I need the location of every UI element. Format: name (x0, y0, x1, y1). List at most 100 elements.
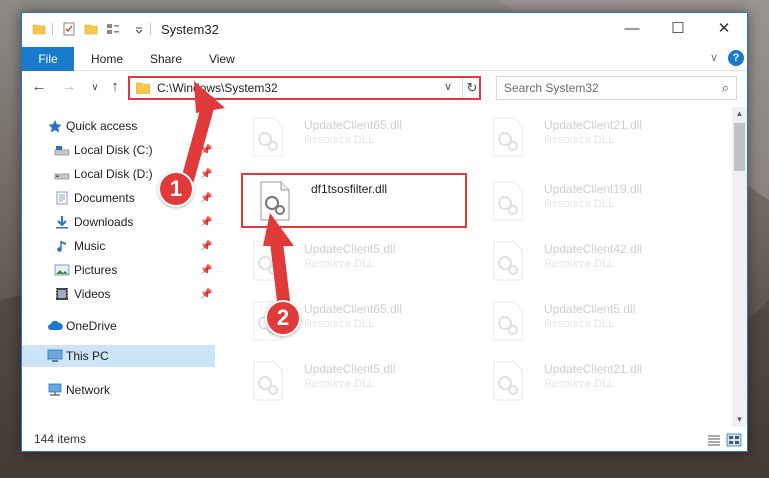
vertical-scrollbar[interactable]: ▲ ▼ (732, 107, 747, 427)
file-name: UpdateClient5.dll (304, 362, 396, 376)
dll-file-icon (493, 241, 523, 281)
new-folder-icon[interactable] (84, 22, 98, 36)
help-icon[interactable]: ? (728, 50, 744, 66)
toolbar-separator (52, 23, 53, 35)
file-type: Resource DLL (304, 318, 375, 330)
sidebar-item-downloads[interactable]: Downloads 📌 (22, 211, 215, 233)
star-icon (48, 120, 62, 133)
step-1-badge: 1 (158, 171, 194, 207)
minimize-button[interactable]: — (609, 13, 655, 43)
file-name: UpdateClient5.dll (304, 242, 396, 256)
file-item[interactable]: UpdateClient21.dll Resource DLL (476, 355, 701, 407)
scroll-up-button[interactable]: ▲ (732, 107, 747, 121)
dll-file-icon (253, 117, 283, 157)
back-button[interactable]: ← (30, 78, 48, 95)
up-button[interactable]: ↑ (106, 78, 124, 95)
window-title: System32 (161, 22, 219, 37)
tab-file[interactable]: File (22, 47, 74, 71)
refresh-button[interactable]: ↻ (462, 78, 481, 98)
pin-icon[interactable]: 📌 (200, 241, 212, 252)
details-view-icon[interactable] (706, 433, 722, 447)
file-name: UpdateClient21.dll (544, 362, 643, 376)
sidebar-item-label: Music (74, 239, 106, 253)
music-icon (57, 241, 66, 252)
file-item[interactable]: UpdateClient5.dll Resource DLL (476, 295, 701, 347)
dll-file-icon (493, 301, 523, 341)
dll-file-icon (493, 361, 523, 401)
file-type: Resource DLL (544, 318, 615, 330)
file-item[interactable]: UpdateClient5.dll Resource DLL (236, 355, 461, 407)
file-name: UpdateClient19.dll (544, 182, 643, 196)
sidebar-item-label: Network (66, 383, 111, 397)
sidebar-item-pictures[interactable]: Pictures 📌 (22, 259, 215, 281)
tab-share[interactable]: Share (150, 52, 182, 66)
sidebar-item-label: Videos (74, 287, 111, 301)
large-icons-view-icon[interactable] (726, 433, 742, 447)
status-bar: 144 items (22, 429, 747, 451)
sidebar-item-label: Downloads (74, 215, 134, 229)
tab-view[interactable]: View (209, 52, 235, 66)
tab-home[interactable]: Home (91, 52, 123, 66)
file-name: UpdateClient65.dll (304, 302, 403, 316)
step-2-badge: 2 (265, 300, 301, 336)
sidebar-item-label: Quick access (66, 119, 138, 133)
pin-icon[interactable]: 📌 (200, 145, 212, 156)
quick-access-dropdown-icon[interactable] (134, 22, 144, 36)
file-type: Resource DLL (544, 134, 615, 146)
search-placeholder: Search System32 (504, 81, 599, 95)
address-bar[interactable]: C:\Windows\System32 ∨ ↻ (128, 76, 481, 100)
sidebar-item-music[interactable]: Music 📌 (22, 235, 215, 257)
file-item[interactable]: UpdateClient21.dll Resource DLL (476, 111, 701, 163)
navigation-bar: ← → ∨ ↑ C:\Windows\System32 ∨ ↻ Search S… (22, 73, 747, 103)
recent-locations-button[interactable]: ∨ (86, 82, 104, 93)
sidebar-item-label: Local Disk (D:) (74, 167, 153, 181)
sidebar-item-this-pc[interactable]: This PC (22, 345, 215, 367)
file-item[interactable]: UpdateClient65.dll Resource DLL (236, 111, 461, 163)
pin-icon[interactable]: 📌 (200, 265, 212, 276)
customize-toolbar-icon[interactable] (106, 22, 120, 36)
drive-icon (54, 146, 70, 156)
pin-icon[interactable]: 📌 (200, 169, 212, 180)
sidebar-item-label: Local Disk (C:) (74, 143, 153, 157)
scroll-down-button[interactable]: ▼ (732, 413, 747, 427)
sidebar-item-network[interactable]: Network (22, 379, 215, 401)
file-item[interactable]: UpdateClient5.dll Resource DLL (236, 235, 461, 287)
ribbon-collapse-button[interactable]: ∨ (710, 51, 718, 64)
sidebar-item-label: Pictures (74, 263, 118, 277)
file-list: UpdateClient65.dll Resource DLL UpdateCl… (222, 105, 732, 430)
pin-icon[interactable]: 📌 (200, 289, 212, 300)
file-item[interactable]: UpdateClient19.dll Resource DLL (476, 175, 701, 227)
dll-file-icon (493, 117, 523, 157)
scroll-thumb[interactable] (734, 123, 745, 171)
sidebar-item-videos[interactable]: Videos 📌 (22, 283, 215, 305)
pin-icon[interactable]: 📌 (200, 217, 212, 228)
file-name: UpdateClient42.dll (544, 242, 643, 256)
folder-icon (136, 82, 150, 94)
file-type: Resource DLL (304, 258, 375, 270)
ribbon-tabs: File Home Share View ∨ ? (22, 47, 747, 71)
explorer-window: System32 — ☐ ✕ File Home Share View ∨ ? … (21, 12, 748, 452)
pictures-icon (54, 264, 70, 276)
maximize-button[interactable]: ☐ (655, 13, 701, 43)
address-dropdown-button[interactable]: ∨ (444, 80, 452, 93)
folder-icon[interactable] (32, 22, 46, 36)
navigation-pane: Quick access Local Disk (C:) 📌 Local Dis… (22, 109, 215, 429)
search-input[interactable]: Search System32 ⌕ (496, 76, 737, 100)
file-item[interactable]: UpdateClient42.dll Resource DLL (476, 235, 701, 287)
documents-icon (56, 191, 68, 205)
pin-icon[interactable]: 📌 (200, 193, 212, 204)
search-icon[interactable]: ⌕ (722, 80, 729, 96)
properties-icon[interactable] (62, 22, 76, 36)
forward-button[interactable]: → (60, 78, 78, 95)
sidebar-item-label: OneDrive (66, 319, 117, 333)
sidebar-item-onedrive[interactable]: OneDrive (22, 315, 215, 337)
sidebar-item-local-disk-c[interactable]: Local Disk (C:) 📌 (22, 139, 215, 161)
sidebar-item-quick-access[interactable]: Quick access (22, 115, 215, 137)
address-path[interactable]: C:\Windows\System32 (157, 81, 278, 95)
sidebar-item-label: Documents (74, 191, 135, 205)
dll-file-icon (253, 241, 283, 281)
close-button[interactable]: ✕ (701, 13, 747, 43)
drive-icon (54, 173, 70, 180)
file-highlight-box (241, 173, 467, 228)
cloud-icon (48, 320, 63, 330)
